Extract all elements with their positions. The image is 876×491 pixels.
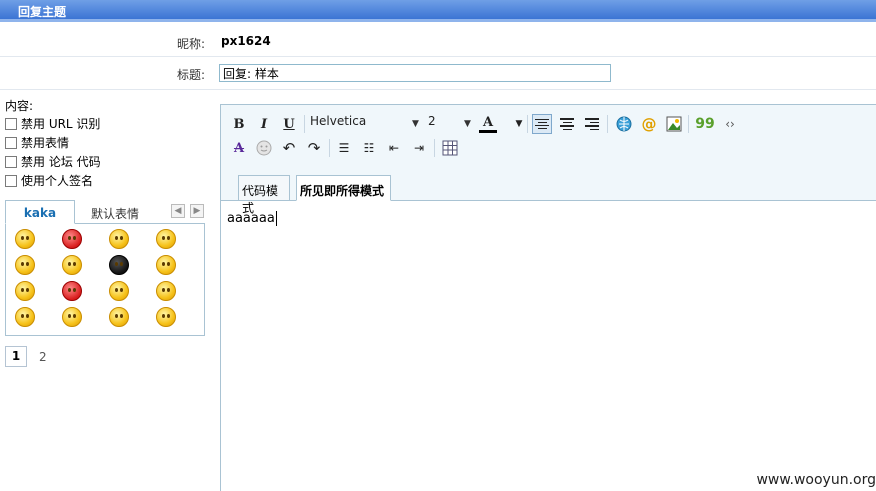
smiley-icon[interactable] [156,307,176,327]
underline-button[interactable]: U [279,114,299,134]
caret-down-icon: ▼ [464,119,471,129]
nickname-row: 昵称: px1624 [0,26,876,57]
disable-url-checkbox[interactable] [5,117,17,130]
align-left-icon[interactable] [532,114,552,134]
toolbar-separator [688,115,689,133]
option-label: 禁用表情 [21,136,70,150]
text-cursor [275,211,277,226]
italic-button[interactable]: I [254,114,274,134]
disable-bbcode-checkbox[interactable] [5,155,17,168]
caret-down-icon: ▼ [412,119,419,129]
smiley-icon[interactable] [15,255,35,275]
toolbar-separator [527,115,528,133]
option-disable-smilies[interactable]: 禁用表情 [5,134,69,151]
table-icon[interactable] [440,138,460,158]
smiley-grid [5,224,205,336]
undo-icon[interactable]: ↶ [279,138,299,158]
align-right-icon[interactable] [582,114,602,134]
font-size-value: 2 [428,114,436,128]
toolbar-separator [434,139,435,157]
image-icon[interactable] [664,114,684,134]
caret-down-icon[interactable]: ▼ [509,114,529,134]
smiley-icon[interactable] [109,255,129,275]
smiley-icon[interactable] [15,281,35,301]
smiley-icon[interactable] [62,255,82,275]
smiley-tab-kaka[interactable]: kaka [5,200,75,224]
editor-toolbar: B I U Helvetica ▼ 2 ▼ A ▼ @ 99 ‹› A ↶ ↷ … [221,105,876,215]
option-use-signature[interactable]: 使用个人签名 [5,172,93,189]
option-disable-url[interactable]: 禁用 URL 识别 [5,115,100,132]
disable-smilies-checkbox[interactable] [5,136,17,149]
smiley-icon[interactable] [15,307,35,327]
rich-text-editor: B I U Helvetica ▼ 2 ▼ A ▼ @ 99 ‹› A ↶ ↷ … [220,104,876,491]
toolbar-separator [304,115,305,133]
smiley-pager: 1 2 [5,346,47,367]
smiley-icon[interactable] [109,281,129,301]
smiley-tab-default[interactable]: 默认表情 [83,200,147,224]
page-title: 回复主题 [18,5,67,19]
subject-label: 标题: [176,68,205,82]
chevron-right-icon[interactable]: ▶ [190,204,204,218]
font-family-value: Helvetica [310,114,367,128]
watermark: www.wooyun.org [756,472,876,488]
nickname-label: 昵称: [176,37,205,51]
use-signature-checkbox[interactable] [5,174,17,187]
bold-button[interactable]: B [229,114,249,134]
quote-icon[interactable]: 99 [695,114,715,134]
editor-mode-tabs: 代码模式 所见即所得模式 [221,175,876,215]
text-color-icon: A [482,114,494,130]
at-icon[interactable]: @ [639,114,659,134]
color-swatch [479,129,497,133]
chevron-left-icon[interactable]: ◀ [171,204,185,218]
subject-input[interactable] [219,64,611,82]
editor-content-area[interactable]: aaaaaa [227,211,277,226]
smiley-icon[interactable] [62,229,82,249]
tab-code-mode[interactable]: 代码模式 [238,175,290,215]
toolbar-separator [607,115,608,133]
smiley-icon[interactable] [62,307,82,327]
toolbar-separator [329,139,330,157]
option-label: 禁用 论坛 代码 [21,155,101,169]
smiley-icon[interactable] [62,281,82,301]
nickname-value: px1624 [221,34,271,48]
option-disable-bbcode[interactable]: 禁用 论坛 代码 [5,153,101,170]
text-color-button[interactable]: A [478,114,498,134]
editor-text: aaaaaa [227,211,275,226]
redo-icon[interactable]: ↷ [304,138,324,158]
content-label: 内容: [5,99,34,113]
option-label: 禁用 URL 识别 [21,117,101,131]
align-center-icon[interactable] [557,114,577,134]
smiley-icon[interactable] [156,229,176,249]
indent-icon[interactable]: ⇥ [409,138,429,158]
font-size-select[interactable]: 2 ▼ [428,114,472,134]
link-icon[interactable] [614,114,634,134]
outdent-icon[interactable]: ⇤ [384,138,404,158]
ordered-list-icon[interactable]: ☰ [334,138,354,158]
tab-wysiwyg-mode[interactable]: 所见即所得模式 [296,175,391,201]
unordered-list-icon[interactable]: ☷ [359,138,379,158]
font-family-select[interactable]: Helvetica ▼ [310,114,422,134]
reply-header-bar: 回复主题 [0,0,876,22]
smiley-icon[interactable] [156,281,176,301]
remove-format-icon[interactable]: A [229,138,249,158]
subject-row: 标题: [0,57,876,90]
smiley-tabs: kaka 默认表情 ◀ ▶ [5,200,205,224]
smiley-icon[interactable] [254,138,274,158]
page-link[interactable]: 2 [39,350,47,364]
smiley-icon[interactable] [15,229,35,249]
option-label: 使用个人签名 [21,174,94,188]
smiley-icon[interactable] [109,307,129,327]
smiley-icon[interactable] [109,229,129,249]
smiley-icon[interactable] [156,255,176,275]
page-current[interactable]: 1 [5,346,27,367]
code-icon[interactable]: ‹› [720,114,740,134]
